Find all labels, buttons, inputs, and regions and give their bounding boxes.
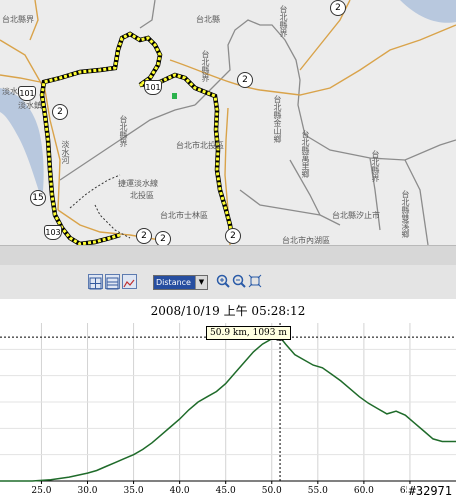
map-label: 台北縣界: [201, 50, 210, 82]
map-label: 北投區: [130, 191, 154, 200]
chevron-down-icon[interactable]: ▼: [195, 276, 207, 289]
map-label: 淡水河: [61, 140, 70, 164]
road-shield: 2: [330, 0, 346, 16]
road-shield: 2: [136, 228, 152, 244]
road-shield: 2: [225, 228, 241, 244]
map-label: 台北縣界: [279, 5, 288, 37]
x-tick-label: 55.0: [308, 486, 328, 496]
map-label: 台北縣: [196, 15, 220, 24]
highway-shield: 101: [144, 80, 162, 95]
map-label: 台北市北投區: [176, 141, 224, 150]
zoom-out-icon[interactable]: [232, 274, 246, 288]
road-shield: 2: [237, 72, 253, 88]
highway-shield: 103: [44, 225, 62, 240]
map-label: 台北市士林區: [160, 211, 208, 220]
map-view[interactable]: 台北縣界 台北縣 淡水鎮 台北縣界 台北縣界 淡水河 捷運淡水線 北投區 台北市…: [0, 0, 456, 245]
map-label: 台北縣界: [119, 115, 128, 147]
map-label: 台北縣萬里鄉: [301, 130, 310, 178]
x-tick-label: 50.0: [262, 486, 282, 496]
road-shield: 2: [155, 231, 171, 245]
elevation-line: [0, 336, 456, 482]
chart-view-2-icon[interactable]: [105, 274, 120, 290]
x-tick-label: 45.0: [216, 486, 236, 496]
highway-shield: 101: [18, 86, 36, 101]
x-axis-select[interactable]: Distance ▼: [153, 275, 208, 290]
elevation-tooltip: 50.9 km, 1093 m: [206, 326, 291, 340]
map-label: 台北縣雙溪鄉: [401, 190, 410, 238]
x-axis-select-value: Distance: [154, 276, 196, 289]
chart-view-1-icon[interactable]: [88, 274, 103, 290]
x-tick-label: 60.0: [354, 486, 374, 496]
map-label: 台北縣金山鄉: [273, 95, 282, 143]
map-label: 台北市內湖區: [282, 236, 330, 245]
map-label: 淡水: [2, 87, 18, 96]
map-label: 台北縣汐止市: [332, 211, 380, 220]
x-tick-label: 40.0: [170, 486, 190, 496]
zoom-in-icon[interactable]: [216, 274, 230, 288]
zoom-fit-icon[interactable]: [248, 274, 262, 288]
x-tick-label: 30.0: [77, 486, 97, 496]
profile-toolbar: Distance ▼: [0, 265, 456, 300]
elevation-profile[interactable]: 2008/10/19 上午 05:28:12 25.0 30.0 35.0 40.0 4…: [0, 299, 456, 500]
map-label: 捷運淡水線: [118, 179, 158, 188]
x-tick-label: 35.0: [124, 486, 144, 496]
x-tick-label: 25.0: [31, 486, 51, 496]
road-shield: 15: [30, 190, 46, 206]
road-shield: 2: [52, 104, 68, 120]
map-label: 台北縣界: [371, 150, 380, 182]
chart-view-3-icon[interactable]: [122, 274, 137, 289]
map-label: 淡水鎮: [18, 101, 42, 110]
map-label: 台北縣界: [2, 15, 34, 24]
watermark: #32971: [406, 484, 454, 498]
splitter-bar[interactable]: [0, 245, 456, 266]
map-canvas[interactable]: [0, 0, 456, 245]
